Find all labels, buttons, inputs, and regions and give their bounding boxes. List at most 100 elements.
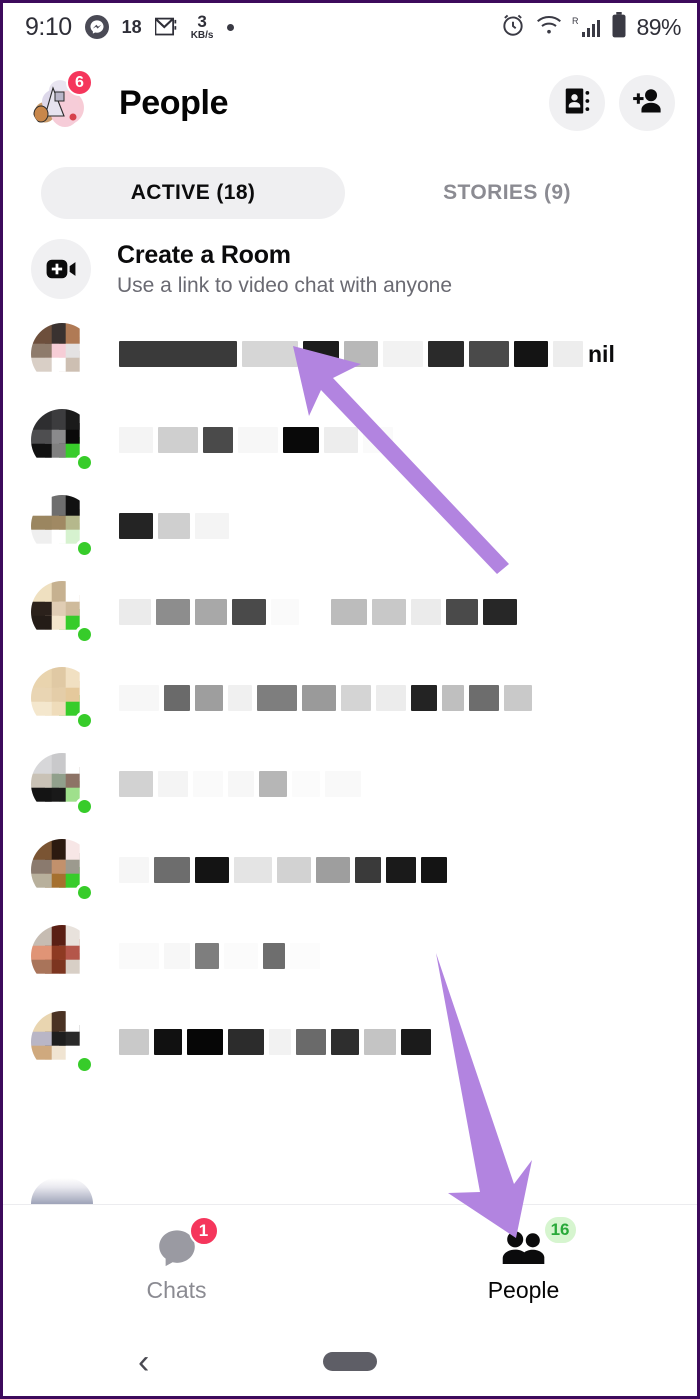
redacted-name-block [386, 857, 416, 883]
contact-row[interactable] [3, 999, 697, 1085]
redacted-name-block [303, 341, 339, 367]
contact-name-redacted [119, 599, 517, 625]
tab-stories[interactable]: STORIES (9) [355, 167, 659, 219]
contact-name-fragment: nil [588, 340, 615, 367]
bottom-nav-chats[interactable]: 1 Chats [3, 1216, 350, 1304]
redacted-name-block [363, 427, 393, 453]
network-speed-unit: KB/s [190, 30, 214, 41]
contact-row[interactable] [3, 483, 697, 569]
network-speed-value: 3 [197, 12, 207, 31]
redacted-name-block [257, 685, 297, 711]
redacted-name-block [119, 685, 159, 711]
redacted-name-block [234, 857, 272, 883]
battery-percentage: 89% [636, 13, 681, 40]
redacted-name-block [154, 857, 190, 883]
network-speed-indicator: 3 KB/s [191, 13, 214, 41]
bottom-nav-people-label: People [487, 1277, 560, 1303]
redacted-name-block [411, 599, 441, 625]
redacted-name-block [446, 599, 478, 625]
redacted-name-block [228, 771, 254, 797]
redacted-name-block [238, 427, 278, 453]
redacted-name-block [469, 685, 499, 711]
online-status-dot [75, 625, 94, 644]
redacted-name-block [242, 341, 298, 367]
redacted-name-block [195, 943, 219, 969]
redacted-name-block [269, 1029, 291, 1055]
redacted-name-block [195, 857, 229, 883]
redacted-name-block [277, 857, 311, 883]
redacted-name-block [263, 943, 285, 969]
contact-row[interactable] [3, 655, 697, 741]
bottom-nav-chats-label: Chats [146, 1277, 207, 1303]
status-bar: 9:10 18 3 KB/s R 89% [3, 3, 697, 51]
redacted-name-block [296, 1029, 326, 1055]
redacted-name-block [195, 685, 223, 711]
list-item-partial[interactable] [3, 1178, 121, 1204]
redacted-name-block [224, 943, 258, 969]
redacted-name-block [228, 685, 252, 711]
avatar [31, 1011, 94, 1074]
online-status-dot [75, 539, 94, 558]
tab-active[interactable]: ACTIVE (18) [41, 167, 345, 219]
redacted-name-block [119, 341, 237, 367]
dot-icon [226, 23, 234, 31]
contact-row[interactable] [3, 397, 697, 483]
redacted-name-block [421, 857, 447, 883]
redacted-name-block [514, 341, 548, 367]
messenger-icon [84, 15, 109, 39]
redacted-name-block [331, 1029, 359, 1055]
avatar [31, 495, 94, 558]
contacts-book-icon [562, 86, 592, 121]
online-status-dot [75, 797, 94, 816]
create-a-room-title: Create a Room [117, 240, 291, 269]
avatar [31, 1178, 93, 1204]
contact-name-redacted [119, 513, 229, 539]
redacted-name-block [119, 857, 149, 883]
contact-row[interactable] [3, 569, 697, 655]
add-person-button[interactable] [619, 75, 675, 131]
avatar [31, 925, 93, 987]
avatar [31, 753, 94, 816]
online-status-dot [75, 453, 94, 472]
redacted-name-block [119, 943, 159, 969]
redacted-name-block [259, 771, 287, 797]
redacted-name-block [469, 341, 509, 367]
contact-row[interactable]: nil [3, 311, 697, 397]
redacted-name-block [203, 427, 233, 453]
signal-icon: R [572, 15, 602, 39]
redacted-name-block [355, 857, 381, 883]
redacted-name-block [302, 685, 336, 711]
redacted-name-block [292, 771, 320, 797]
redacted-name-block [228, 1029, 264, 1055]
add-person-icon [632, 86, 662, 121]
avatar [31, 323, 93, 385]
contact-name-redacted [119, 943, 320, 969]
create-a-room-row[interactable]: Create a Room Use a link to video chat w… [3, 223, 697, 311]
active-contacts-list[interactable]: nil [3, 311, 697, 1085]
redacted-name-block [376, 685, 406, 711]
redacted-name-block [271, 599, 299, 625]
back-chevron-icon[interactable]: ‹ [138, 1345, 149, 1379]
bottom-nav-people[interactable]: 16 People [350, 1215, 697, 1304]
redacted-name-block [316, 857, 350, 883]
contact-row[interactable] [3, 741, 697, 827]
redacted-name-block [119, 1029, 149, 1055]
redacted-name-block [325, 771, 361, 797]
avatar [31, 581, 94, 644]
redacted-name-block [553, 341, 583, 367]
profile-avatar-button[interactable]: 6 [31, 69, 93, 132]
redacted-name-block [195, 599, 227, 625]
home-pill-icon[interactable] [323, 1352, 377, 1371]
online-status-dot [75, 883, 94, 902]
android-navigation-bar: ‹ [3, 1327, 697, 1396]
redacted-name-block [372, 599, 406, 625]
contact-row[interactable] [3, 827, 697, 913]
redacted-name-block [158, 771, 188, 797]
contact-row[interactable] [3, 913, 697, 999]
avatar [31, 839, 94, 902]
redacted-name-block [504, 685, 532, 711]
redacted-name-block [119, 427, 153, 453]
contacts-book-button[interactable] [549, 75, 605, 131]
tab-bar: ACTIVE (18) STORIES (9) [3, 155, 697, 223]
redacted-name-block [164, 685, 190, 711]
